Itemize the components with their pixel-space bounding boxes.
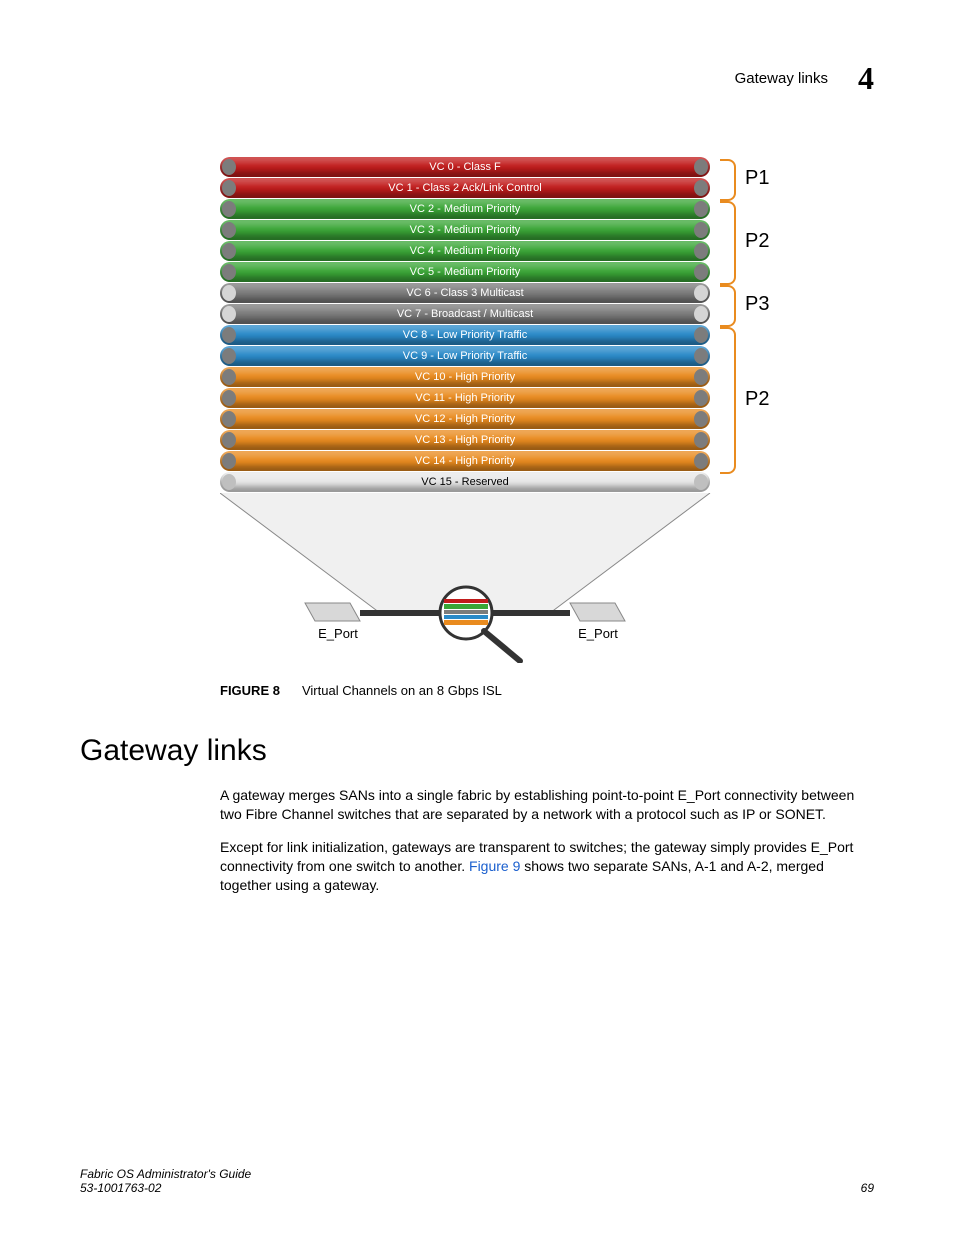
body-text: A gateway merges SANs into a single fabr… bbox=[220, 786, 874, 894]
figure-9-link[interactable]: Figure 9 bbox=[469, 858, 520, 874]
vc-bar: VC 11 - High Priority bbox=[220, 388, 710, 408]
vc-bar: VC 8 - Low Priority Traffic bbox=[220, 325, 710, 345]
figure-8: VC 0 - Class FVC 1 - Class 2 Ack/Link Co… bbox=[220, 157, 874, 663]
eport-right-label: E_Port bbox=[578, 626, 618, 641]
vc-bar: VC 5 - Medium Priority bbox=[220, 262, 710, 282]
vc-bar: VC 4 - Medium Priority bbox=[220, 241, 710, 261]
vc-bar: VC 2 - Medium Priority bbox=[220, 199, 710, 219]
page-header: Gateway links 4 bbox=[80, 60, 874, 97]
eport-left-label: E_Port bbox=[318, 626, 358, 641]
paragraph-1: A gateway merges SANs into a single fabr… bbox=[220, 786, 874, 824]
vc-bar: VC 13 - High Priority bbox=[220, 430, 710, 450]
footer-docnum: 53-1001763-02 bbox=[80, 1181, 251, 1195]
vc-bar: VC 7 - Broadcast / Multicast bbox=[220, 304, 710, 324]
vc-bar: VC 9 - Low Priority Traffic bbox=[220, 346, 710, 366]
header-section: Gateway links bbox=[735, 70, 828, 87]
paragraph-2: Except for link initialization, gateways… bbox=[220, 838, 874, 895]
page-footer: Fabric OS Administrator's Guide 53-10017… bbox=[80, 1167, 874, 1195]
vc-bar: VC 14 - High Priority bbox=[220, 451, 710, 471]
vc-bar: VC 10 - High Priority bbox=[220, 367, 710, 387]
header-chapter: 4 bbox=[858, 60, 874, 97]
section-heading: Gateway links bbox=[80, 734, 874, 768]
vc-bar-stack: VC 0 - Class FVC 1 - Class 2 Ack/Link Co… bbox=[220, 157, 710, 492]
vc-bar: VC 12 - High Priority bbox=[220, 409, 710, 429]
footer-title: Fabric OS Administrator's Guide bbox=[80, 1167, 251, 1181]
figure-number: FIGURE 8 bbox=[220, 683, 280, 698]
vc-bar: VC 0 - Class F bbox=[220, 157, 710, 177]
figure-caption-text: Virtual Channels on an 8 Gbps ISL bbox=[302, 683, 502, 698]
vc-bar: VC 15 - Reserved bbox=[220, 472, 710, 492]
figure-caption: FIGURE 8 Virtual Channels on an 8 Gbps IS… bbox=[220, 683, 874, 698]
footer-page: 69 bbox=[861, 1181, 874, 1195]
magnifier-diagram: E_Port E_Port bbox=[220, 493, 874, 663]
vc-bar: VC 3 - Medium Priority bbox=[220, 220, 710, 240]
vc-bar: VC 6 - Class 3 Multicast bbox=[220, 283, 710, 303]
vc-bar: VC 1 - Class 2 Ack/Link Control bbox=[220, 178, 710, 198]
